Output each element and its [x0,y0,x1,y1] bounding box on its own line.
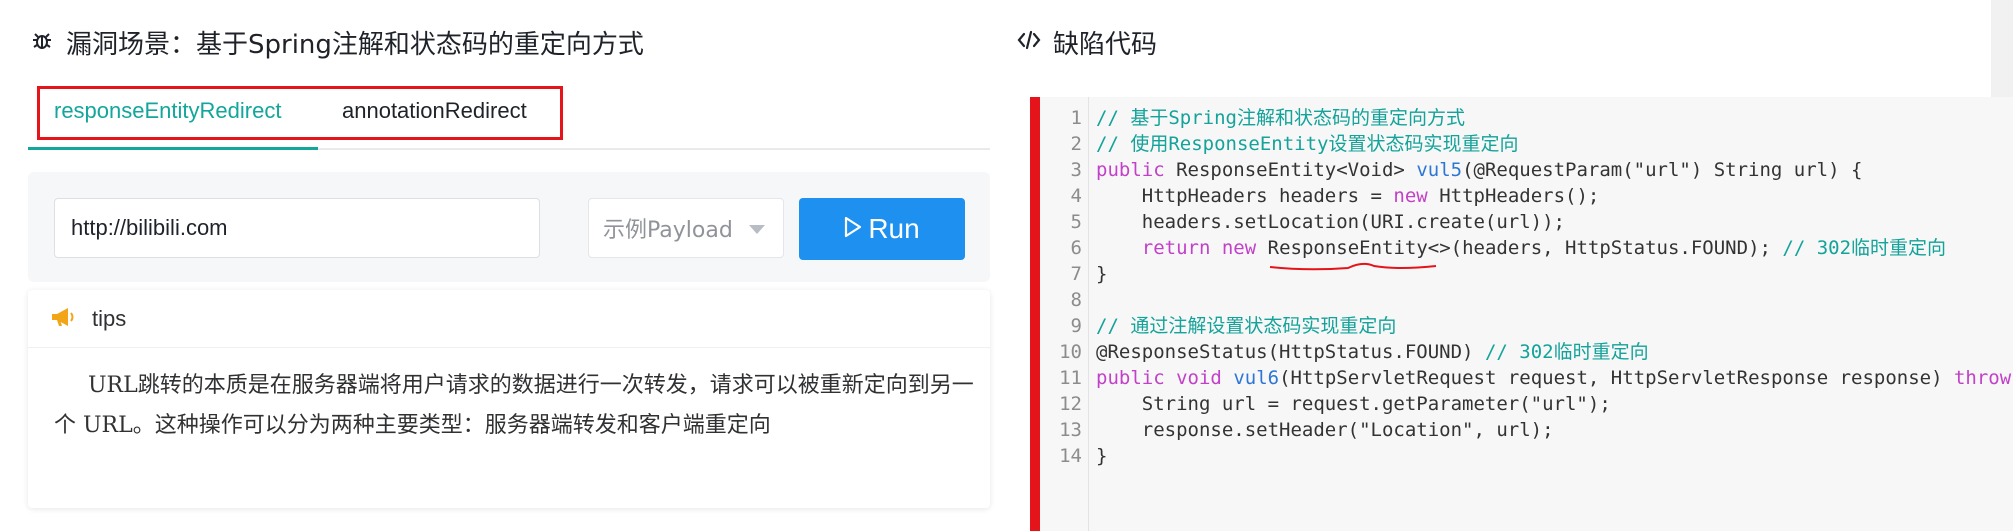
code-header: 缺陷代码 [1015,24,1157,61]
code-line: return new ResponseEntity<>(headers, Htt… [1141,237,1947,259]
tips-header: tips [28,290,990,348]
line-number: 2 [1070,133,1082,155]
payload-select-label: 示例Payload [603,218,733,243]
scenario-title: 漏洞场景：基于Spring注解和状态码的重定向方式 [66,30,644,60]
payload-select[interactable]: 示例Payload [588,198,784,258]
run-button-label: Run [868,213,920,244]
annotation-underline [1269,262,1437,271]
line-number: 1 [1070,107,1082,129]
line-number: 14 [1059,445,1082,467]
line-number: 10 [1059,341,1082,363]
line-number: 5 [1070,211,1082,233]
line-number: 4 [1070,185,1082,207]
line-number: 9 [1070,315,1082,337]
tips-card: tips URL跳转的本质是在服务器端将用户请求的数据进行一次转发，请求可以被重… [28,290,990,508]
code-line: } [1096,445,1108,467]
line-number: 13 [1059,419,1082,441]
code-line: response.setHeader("Location", url); [1096,419,1554,441]
line-number-gutter: 1 2 3 4 5 6 7 8 9 10 11 12 13 14 [1040,97,1089,531]
code-line: @ResponseStatus(HttpStatus.FOUND) // 302… [1096,341,1649,363]
line-number: 3 [1070,159,1082,181]
line-number: 11 [1059,367,1082,389]
line-number: 12 [1059,393,1082,415]
code-line: headers.setLocation(URI.create(url)); [1096,211,1565,233]
code-line: } [1096,263,1108,285]
request-form: 示例Payload Run [28,172,990,282]
line-number: 6 [1070,237,1082,259]
tips-label: tips [92,305,127,331]
line-number: 8 [1070,289,1082,311]
line-number: 7 [1070,263,1082,285]
scrollbar[interactable] [1991,0,2013,97]
code-line: public ResponseEntity<Void> vul5(@Reques… [1096,159,1863,181]
code-line: // 基于Spring注解和状态码的重定向方式 [1096,107,1465,129]
code-line: // 使用ResponseEntity设置状态码实现重定向 [1096,133,1519,155]
tips-text: URL跳转的本质是在服务器端将用户请求的数据进行一次转发，请求可以被重新定向到另… [54,373,974,438]
bug-icon [28,28,56,58]
code-line: HttpHeaders headers = new HttpHeaders(); [1096,185,1600,207]
active-tab-indicator [28,147,318,150]
code-viewer: 1 2 3 4 5 6 7 8 9 10 11 12 13 14 // 基于Spring注解和状态码的重定… [1030,97,2013,531]
megaphone-icon [50,306,76,332]
scenario-header: 漏洞场景：基于Spring注解和状态码的重定向方式 [28,24,644,61]
tabs-highlight-box [37,86,563,140]
code-line: public void vul6(HttpServletRequest requ… [1096,367,2013,389]
run-button[interactable]: Run [799,198,965,260]
code-line: // 通过注解设置状态码实现重定向 [1096,315,1397,337]
url-input[interactable] [54,198,540,258]
code-title: 缺陷代码 [1053,30,1158,60]
code-block: // 基于Spring注解和状态码的重定向方式 // 使用ResponseEnti… [1096,105,2013,469]
code-highlight-bar [1030,97,1040,531]
play-icon [844,213,862,245]
chevron-down-icon [749,225,765,234]
code-icon [1015,29,1043,57]
code-line: String url = request.getParameter("url")… [1096,393,1611,415]
